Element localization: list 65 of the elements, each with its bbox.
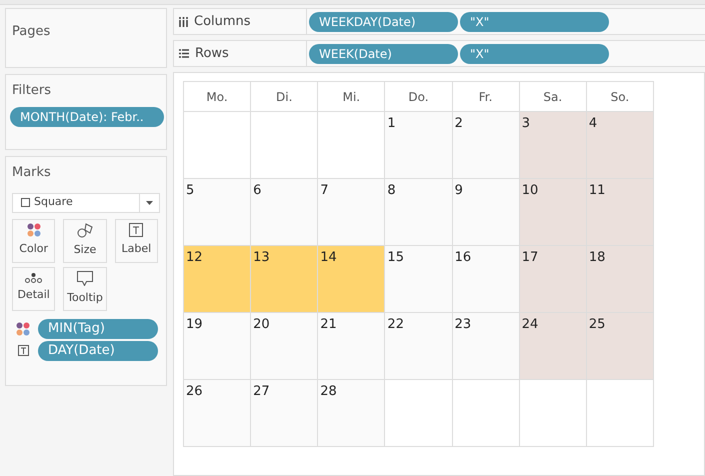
weekday-header: Fr. [452, 82, 520, 112]
calendar-cell: 12 [184, 246, 252, 313]
square-icon [21, 198, 30, 207]
calendar-cell: 24 [520, 313, 587, 380]
pages-title: Pages [12, 24, 50, 39]
calendar-cell: 15 [385, 246, 453, 313]
calendar-cell: 9 [452, 179, 520, 246]
weekday-header: Mo. [184, 82, 252, 112]
calendar-cell: 4 [586, 112, 654, 179]
calendar-cell: 7 [318, 179, 386, 246]
label-mark-button[interactable]: Label [114, 218, 158, 262]
tooltip-mark-button[interactable]: Tooltip [63, 266, 107, 310]
color-mark-button[interactable]: Color [12, 218, 56, 262]
calendar-cell: 21 [318, 313, 386, 380]
calendar-cell: 16 [452, 246, 520, 313]
calendar-cell: 25 [586, 313, 654, 380]
calendar-cell: 2 [452, 112, 520, 179]
calendar-cell: 18 [586, 246, 654, 313]
calendar-cell: 20 [251, 313, 318, 380]
weekday-header: Di. [251, 82, 318, 112]
size-mark-button[interactable]: Size [63, 218, 107, 262]
mark-type-dropdown[interactable]: Square [12, 192, 160, 212]
mark-type-value: Square [34, 194, 74, 210]
shelf-pill[interactable]: WEEKDAY(Date) [309, 12, 458, 32]
color-dots-icon [16, 322, 30, 336]
shelf-pill[interactable]: WEEK(Date) [309, 44, 458, 64]
shelf-pill[interactable]: "X" [460, 12, 609, 32]
mark-field-pill[interactable]: MIN(Tag) [38, 318, 158, 338]
shelf-label: Rows [195, 44, 229, 63]
rows-icon [179, 49, 189, 58]
mark-field-pill[interactable]: DAY(Date) [38, 340, 158, 360]
calendar-cell: 11 [586, 179, 654, 246]
columns-icon [179, 16, 188, 26]
calendar-cell: 28 [318, 380, 386, 447]
text-label-icon [18, 345, 28, 356]
color-dots-icon [26, 223, 41, 238]
calendar-cell: 13 [251, 246, 318, 313]
detail-mark-button[interactable]: Detail [12, 266, 56, 310]
weekday-header: Do. [385, 82, 453, 112]
calendar-cell: 27 [251, 380, 318, 447]
filter-pill[interactable]: MONTH(Date): Febr.. [10, 106, 164, 126]
shelf-pill[interactable]: "X" [460, 44, 609, 64]
dropdown-caret-icon [146, 200, 153, 204]
calendar-cell: 10 [520, 179, 587, 246]
size-shapes-icon [76, 222, 93, 238]
speech-bubble-icon [76, 270, 93, 286]
calendar-cell: 19 [184, 313, 252, 380]
calendar-cell: 23 [452, 313, 520, 380]
marks-title: Marks [12, 164, 52, 182]
calendar-cell: 5 [184, 179, 252, 246]
shelf-label: Columns [194, 12, 251, 31]
calendar-cell: 22 [385, 313, 453, 380]
calendar-cell: 17 [520, 246, 587, 313]
calendar-cell: 14 [318, 246, 386, 313]
calendar-cell: 1 [385, 112, 453, 179]
weekday-header: Mi. [318, 82, 386, 112]
calendar-cell: 3 [520, 112, 587, 179]
calendar-cell: 6 [251, 179, 318, 246]
calendar-cell: 8 [385, 179, 453, 246]
weekday-header: Sa. [520, 82, 587, 112]
calendar-cell: 26 [184, 380, 252, 447]
detail-dots-icon [25, 273, 42, 284]
weekday-header: So. [586, 82, 654, 112]
filters-title: Filters [11, 82, 52, 100]
text-label-icon [129, 223, 144, 238]
